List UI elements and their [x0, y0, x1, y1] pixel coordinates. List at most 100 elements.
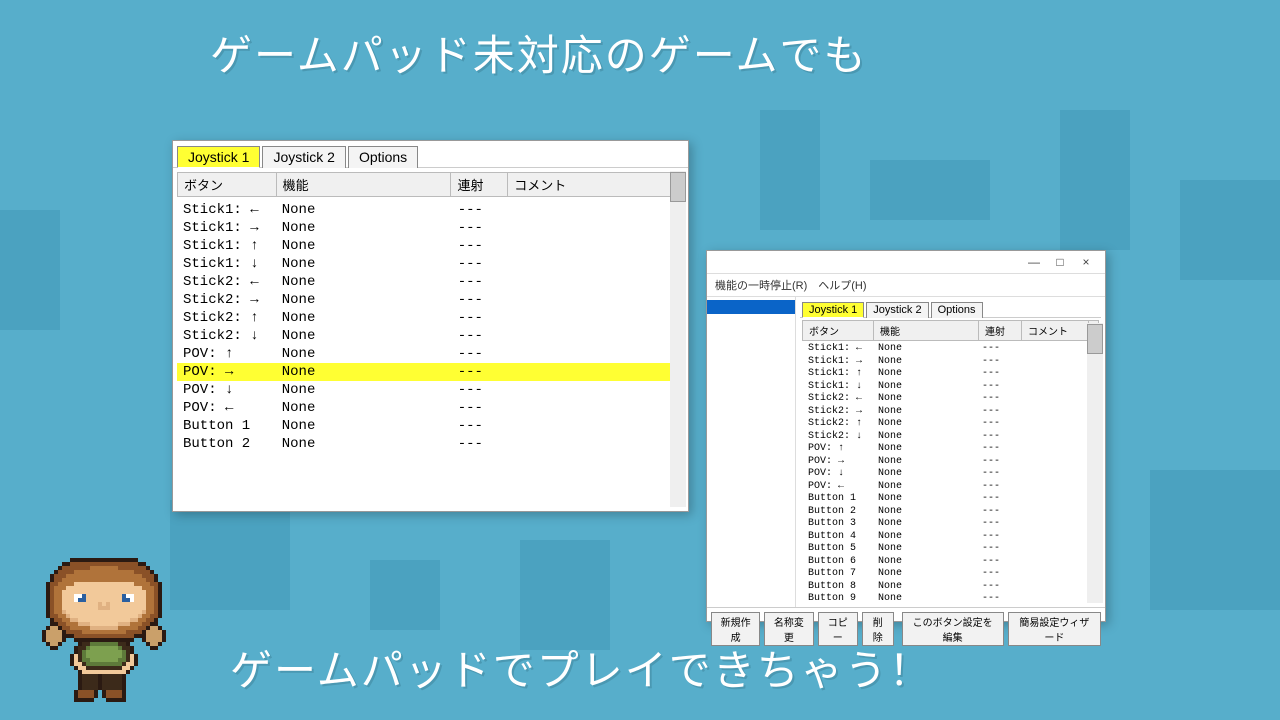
bg-block — [0, 210, 60, 330]
cell: Stick2: ↑ — [802, 418, 872, 431]
table-row[interactable]: Stick2: ↓None--- — [802, 431, 1099, 444]
cell — [508, 292, 684, 308]
table-row[interactable]: POV: →None--- — [177, 363, 684, 381]
cell — [1018, 531, 1084, 544]
col-button[interactable]: ボタン — [803, 321, 874, 340]
table-row[interactable]: Button 8None--- — [802, 581, 1099, 594]
tab-joystick-1[interactable]: Joystick 1 — [177, 146, 260, 168]
cell: POV: ↑ — [802, 443, 872, 456]
minimize-icon[interactable]: — — [1021, 255, 1047, 269]
table-row[interactable]: POV: ↑None--- — [802, 443, 1099, 456]
profile-sidebar[interactable] — [707, 297, 796, 607]
tab-options[interactable]: Options — [348, 146, 418, 168]
cell: --- — [976, 418, 1018, 431]
tab-options[interactable]: Options — [931, 302, 983, 318]
table-row[interactable]: POV: ↓None--- — [177, 381, 684, 399]
pixel-avatar — [42, 558, 166, 702]
table-row[interactable]: Stick1: ←None--- — [177, 201, 684, 219]
table-row[interactable]: Stick1: ↓None--- — [177, 255, 684, 273]
table-row[interactable]: Stick1: →None--- — [177, 219, 684, 237]
table-row[interactable]: Button 2None--- — [177, 435, 684, 453]
bg-block — [1060, 110, 1130, 250]
table-row[interactable]: Stick2: →None--- — [802, 406, 1099, 419]
table-row[interactable]: Button 3None--- — [802, 518, 1099, 531]
table-row[interactable]: Button 7None--- — [802, 568, 1099, 581]
btn-コピー[interactable]: コピー — [818, 612, 858, 646]
cell: --- — [976, 556, 1018, 569]
cell: None — [872, 506, 976, 519]
btn-名称変更[interactable]: 名称変更 — [764, 612, 813, 646]
cell: Stick1: ↑ — [802, 368, 872, 381]
table-row[interactable]: Stick2: ←None--- — [802, 393, 1099, 406]
cell: None — [872, 556, 976, 569]
table-row[interactable]: Stick2: →None--- — [177, 291, 684, 309]
cell: Stick2: ↑ — [177, 310, 276, 326]
tab-joystick-1[interactable]: Joystick 1 — [802, 302, 864, 318]
table-row[interactable]: Stick1: →None--- — [802, 356, 1099, 369]
table-row[interactable]: Button 1None--- — [177, 417, 684, 435]
table-row[interactable]: Stick1: ↑None--- — [802, 368, 1099, 381]
cell: None — [276, 310, 452, 326]
cell: --- — [452, 328, 508, 344]
cell: None — [276, 256, 452, 272]
table-row[interactable]: Button 2None--- — [802, 506, 1099, 519]
cell: --- — [452, 274, 508, 290]
table-row[interactable]: Button 4None--- — [802, 531, 1099, 544]
table-row[interactable]: POV: ←None--- — [802, 481, 1099, 494]
cell: Button 1 — [802, 493, 872, 506]
btn-簡易設定ウィザード[interactable]: 簡易設定ウィザード — [1008, 612, 1101, 646]
cell: Stick2: ← — [177, 274, 276, 290]
maximize-icon[interactable]: □ — [1047, 255, 1073, 269]
table-row[interactable]: Stick2: ←None--- — [177, 273, 684, 291]
table-row[interactable]: Stick2: ↑None--- — [177, 309, 684, 327]
bg-block — [870, 160, 990, 220]
table-row[interactable]: POV: →None--- — [802, 456, 1099, 469]
cell — [508, 364, 684, 380]
cell: Stick1: → — [177, 220, 276, 236]
cell: POV: ← — [177, 400, 276, 416]
table-row[interactable]: Stick1: ←None--- — [802, 343, 1099, 356]
cell: POV: ← — [802, 481, 872, 494]
table-row[interactable]: POV: ↓None--- — [802, 468, 1099, 481]
tab-joystick-2[interactable]: Joystick 2 — [262, 146, 345, 168]
tab-joystick-2[interactable]: Joystick 2 — [866, 302, 928, 318]
table-row[interactable]: Stick2: ↓None--- — [177, 327, 684, 345]
table-row[interactable]: Stick1: ↑None--- — [177, 237, 684, 255]
table-row[interactable]: Button 1None--- — [802, 493, 1099, 506]
cell: None — [276, 400, 452, 416]
table-row[interactable]: Button 5None--- — [802, 543, 1099, 556]
scrollbar-thumb[interactable] — [1087, 324, 1103, 354]
cell: --- — [452, 382, 508, 398]
table-row[interactable]: POV: ↑None--- — [177, 345, 684, 363]
table-row[interactable]: Button 9None--- — [802, 593, 1099, 605]
col-func[interactable]: 機能 — [874, 321, 979, 340]
table-row[interactable]: Stick2: ↑None--- — [802, 418, 1099, 431]
scrollbar-thumb[interactable] — [670, 172, 686, 202]
table-row[interactable]: Stick1: ↓None--- — [802, 381, 1099, 394]
btn-このボタン設定を編集[interactable]: このボタン設定を編集 — [902, 612, 1004, 646]
col-rapid[interactable]: 連射 — [979, 321, 1022, 340]
bg-block — [760, 110, 820, 230]
col-func[interactable]: 機能 — [277, 173, 452, 196]
bg-block — [1180, 180, 1280, 280]
btn-削除[interactable]: 削除 — [862, 612, 894, 646]
cell — [508, 256, 684, 272]
scrollbar[interactable] — [1087, 323, 1103, 603]
close-icon[interactable]: × — [1073, 255, 1099, 269]
btn-新規作成[interactable]: 新規作成 — [711, 612, 760, 646]
scrollbar[interactable] — [670, 171, 686, 507]
col-comment[interactable]: コメント — [508, 173, 683, 196]
col-comment[interactable]: コメント — [1022, 321, 1089, 340]
profile-selected[interactable] — [707, 300, 795, 314]
cell — [1018, 543, 1084, 556]
table-row[interactable]: Button 6None--- — [802, 556, 1099, 569]
table-row[interactable]: POV: ←None--- — [177, 399, 684, 417]
cell: None — [872, 531, 976, 544]
cell — [508, 202, 684, 218]
menubar[interactable]: 機能の一時停止(R) ヘルプ(H) — [707, 274, 1105, 296]
col-button[interactable]: ボタン — [178, 173, 277, 196]
cell: --- — [452, 310, 508, 326]
cell: None — [872, 581, 976, 594]
cell: --- — [976, 481, 1018, 494]
col-rapid[interactable]: 連射 — [451, 173, 508, 196]
